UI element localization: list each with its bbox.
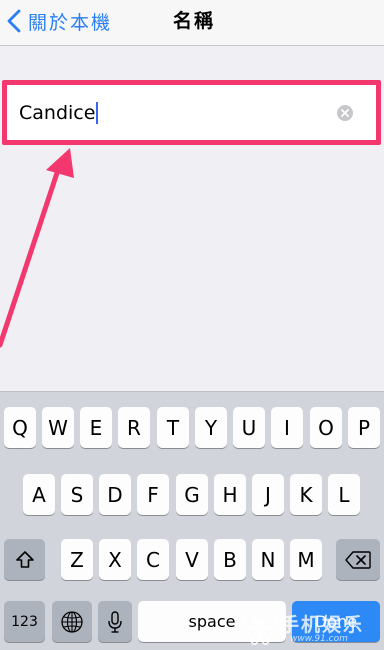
clear-x-icon <box>341 108 349 117</box>
delete-key[interactable] <box>336 539 380 580</box>
key-p[interactable]: P <box>348 407 380 448</box>
numbers-key[interactable]: 123 <box>4 601 45 642</box>
name-field-value: Candice <box>19 101 96 124</box>
key-n[interactable]: N <box>252 539 284 580</box>
text-cursor <box>96 101 99 124</box>
backspace-icon <box>345 550 371 569</box>
shift-key[interactable] <box>4 539 45 580</box>
key-y[interactable]: Y <box>195 407 227 448</box>
key-j[interactable]: J <box>252 474 284 515</box>
key-i[interactable]: I <box>271 407 303 448</box>
key-o[interactable]: O <box>310 407 342 448</box>
key-b[interactable]: B <box>214 539 246 580</box>
shift-arrow-icon <box>15 550 34 568</box>
microphone-icon <box>108 610 122 633</box>
key-v[interactable]: V <box>176 539 208 580</box>
key-w[interactable]: W <box>42 407 74 448</box>
globe-key[interactable] <box>52 601 92 642</box>
key-c[interactable]: C <box>137 539 169 580</box>
dictation-key[interactable] <box>98 601 132 642</box>
name-field-highlight: Candice <box>2 80 381 145</box>
key-t[interactable]: T <box>157 407 189 448</box>
key-z[interactable]: Z <box>61 539 93 580</box>
key-g[interactable]: G <box>176 474 208 515</box>
key-f[interactable]: F <box>137 474 169 515</box>
navigation-bar: 關於本機 名稱 <box>0 0 384 46</box>
globe-icon <box>61 610 83 633</box>
key-k[interactable]: K <box>290 474 322 515</box>
space-key[interactable]: space <box>138 601 286 642</box>
key-r[interactable]: R <box>118 407 150 448</box>
key-h[interactable]: H <box>214 474 246 515</box>
key-x[interactable]: X <box>99 539 131 580</box>
clear-text-button[interactable] <box>337 104 353 121</box>
page-title: 名稱 <box>172 10 215 32</box>
key-q[interactable]: Q <box>4 407 36 448</box>
key-l[interactable]: L <box>328 474 360 515</box>
key-s[interactable]: S <box>61 474 93 515</box>
key-e[interactable]: E <box>80 407 112 448</box>
key-u[interactable]: U <box>233 407 265 448</box>
key-a[interactable]: A <box>23 474 55 515</box>
keyboard: Q W E R T Y U I O P A S D F G H J K L Z … <box>0 391 384 650</box>
annotation-arrow-icon <box>0 148 74 348</box>
done-key[interactable]: Done <box>292 601 380 642</box>
name-field[interactable]: Candice <box>7 85 376 140</box>
key-d[interactable]: D <box>99 474 131 515</box>
key-m[interactable]: M <box>290 539 322 580</box>
